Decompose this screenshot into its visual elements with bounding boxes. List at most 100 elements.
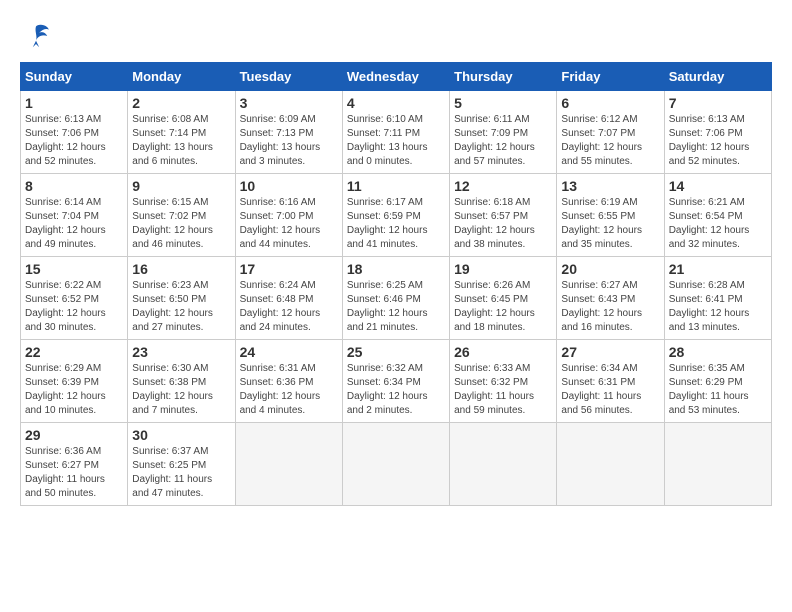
day-info: Sunrise: 6:30 AMSunset: 6:38 PMDaylight:…: [132, 362, 230, 418]
calendar-row: 29 Sunrise: 6:36 AMSunset: 6:27 PMDaylig…: [21, 423, 772, 506]
day-number: 9: [132, 178, 230, 194]
day-cell-6: 6 Sunrise: 6:12 AMSunset: 7:07 PMDayligh…: [557, 91, 664, 174]
day-info: Sunrise: 6:18 AMSunset: 6:57 PMDaylight:…: [454, 196, 552, 252]
day-info: Sunrise: 6:17 AMSunset: 6:59 PMDaylight:…: [347, 196, 445, 252]
day-info: Sunrise: 6:36 AMSunset: 6:27 PMDaylight:…: [25, 445, 123, 501]
day-info: Sunrise: 6:33 AMSunset: 6:32 PMDaylight:…: [454, 362, 552, 418]
empty-cell: [557, 423, 664, 506]
day-number: 27: [561, 344, 659, 360]
day-info: Sunrise: 6:25 AMSunset: 6:46 PMDaylight:…: [347, 279, 445, 335]
empty-cell: [342, 423, 449, 506]
day-info: Sunrise: 6:13 AMSunset: 7:06 PMDaylight:…: [25, 113, 123, 169]
day-number: 14: [669, 178, 767, 194]
weekday-header-monday: Monday: [128, 63, 235, 91]
day-info: Sunrise: 6:26 AMSunset: 6:45 PMDaylight:…: [454, 279, 552, 335]
day-number: 18: [347, 261, 445, 277]
day-number: 16: [132, 261, 230, 277]
day-info: Sunrise: 6:08 AMSunset: 7:14 PMDaylight:…: [132, 113, 230, 169]
day-cell-25: 25 Sunrise: 6:32 AMSunset: 6:34 PMDaylig…: [342, 340, 449, 423]
empty-cell: [450, 423, 557, 506]
day-cell-28: 28 Sunrise: 6:35 AMSunset: 6:29 PMDaylig…: [664, 340, 771, 423]
weekday-header-tuesday: Tuesday: [235, 63, 342, 91]
logo-icon: [20, 20, 52, 52]
day-number: 6: [561, 95, 659, 111]
calendar-table: SundayMondayTuesdayWednesdayThursdayFrid…: [20, 62, 772, 506]
day-number: 12: [454, 178, 552, 194]
day-cell-17: 17 Sunrise: 6:24 AMSunset: 6:48 PMDaylig…: [235, 257, 342, 340]
day-number: 19: [454, 261, 552, 277]
day-number: 4: [347, 95, 445, 111]
day-info: Sunrise: 6:11 AMSunset: 7:09 PMDaylight:…: [454, 113, 552, 169]
day-info: Sunrise: 6:23 AMSunset: 6:50 PMDaylight:…: [132, 279, 230, 335]
day-cell-21: 21 Sunrise: 6:28 AMSunset: 6:41 PMDaylig…: [664, 257, 771, 340]
weekday-header-saturday: Saturday: [664, 63, 771, 91]
day-number: 7: [669, 95, 767, 111]
day-cell-18: 18 Sunrise: 6:25 AMSunset: 6:46 PMDaylig…: [342, 257, 449, 340]
day-number: 13: [561, 178, 659, 194]
day-info: Sunrise: 6:29 AMSunset: 6:39 PMDaylight:…: [25, 362, 123, 418]
day-info: Sunrise: 6:15 AMSunset: 7:02 PMDaylight:…: [132, 196, 230, 252]
day-number: 1: [25, 95, 123, 111]
day-info: Sunrise: 6:28 AMSunset: 6:41 PMDaylight:…: [669, 279, 767, 335]
day-cell-16: 16 Sunrise: 6:23 AMSunset: 6:50 PMDaylig…: [128, 257, 235, 340]
calendar-header-row: SundayMondayTuesdayWednesdayThursdayFrid…: [21, 63, 772, 91]
empty-cell: [664, 423, 771, 506]
day-cell-13: 13 Sunrise: 6:19 AMSunset: 6:55 PMDaylig…: [557, 174, 664, 257]
calendar-row: 22 Sunrise: 6:29 AMSunset: 6:39 PMDaylig…: [21, 340, 772, 423]
day-info: Sunrise: 6:32 AMSunset: 6:34 PMDaylight:…: [347, 362, 445, 418]
calendar-row: 8 Sunrise: 6:14 AMSunset: 7:04 PMDayligh…: [21, 174, 772, 257]
day-info: Sunrise: 6:12 AMSunset: 7:07 PMDaylight:…: [561, 113, 659, 169]
day-info: Sunrise: 6:14 AMSunset: 7:04 PMDaylight:…: [25, 196, 123, 252]
day-number: 17: [240, 261, 338, 277]
day-number: 28: [669, 344, 767, 360]
calendar-row: 1 Sunrise: 6:13 AMSunset: 7:06 PMDayligh…: [21, 91, 772, 174]
day-info: Sunrise: 6:27 AMSunset: 6:43 PMDaylight:…: [561, 279, 659, 335]
day-info: Sunrise: 6:34 AMSunset: 6:31 PMDaylight:…: [561, 362, 659, 418]
day-info: Sunrise: 6:31 AMSunset: 6:36 PMDaylight:…: [240, 362, 338, 418]
day-cell-29: 29 Sunrise: 6:36 AMSunset: 6:27 PMDaylig…: [21, 423, 128, 506]
day-number: 15: [25, 261, 123, 277]
page-header: [20, 20, 772, 52]
day-cell-3: 3 Sunrise: 6:09 AMSunset: 7:13 PMDayligh…: [235, 91, 342, 174]
day-number: 26: [454, 344, 552, 360]
day-cell-1: 1 Sunrise: 6:13 AMSunset: 7:06 PMDayligh…: [21, 91, 128, 174]
weekday-header-sunday: Sunday: [21, 63, 128, 91]
weekday-header-thursday: Thursday: [450, 63, 557, 91]
day-info: Sunrise: 6:37 AMSunset: 6:25 PMDaylight:…: [132, 445, 230, 501]
weekday-header-friday: Friday: [557, 63, 664, 91]
day-cell-14: 14 Sunrise: 6:21 AMSunset: 6:54 PMDaylig…: [664, 174, 771, 257]
day-info: Sunrise: 6:24 AMSunset: 6:48 PMDaylight:…: [240, 279, 338, 335]
day-info: Sunrise: 6:35 AMSunset: 6:29 PMDaylight:…: [669, 362, 767, 418]
day-number: 3: [240, 95, 338, 111]
day-cell-2: 2 Sunrise: 6:08 AMSunset: 7:14 PMDayligh…: [128, 91, 235, 174]
day-cell-12: 12 Sunrise: 6:18 AMSunset: 6:57 PMDaylig…: [450, 174, 557, 257]
day-info: Sunrise: 6:09 AMSunset: 7:13 PMDaylight:…: [240, 113, 338, 169]
day-cell-27: 27 Sunrise: 6:34 AMSunset: 6:31 PMDaylig…: [557, 340, 664, 423]
day-number: 10: [240, 178, 338, 194]
day-cell-5: 5 Sunrise: 6:11 AMSunset: 7:09 PMDayligh…: [450, 91, 557, 174]
day-info: Sunrise: 6:22 AMSunset: 6:52 PMDaylight:…: [25, 279, 123, 335]
day-cell-24: 24 Sunrise: 6:31 AMSunset: 6:36 PMDaylig…: [235, 340, 342, 423]
calendar-row: 15 Sunrise: 6:22 AMSunset: 6:52 PMDaylig…: [21, 257, 772, 340]
day-number: 8: [25, 178, 123, 194]
day-cell-19: 19 Sunrise: 6:26 AMSunset: 6:45 PMDaylig…: [450, 257, 557, 340]
day-info: Sunrise: 6:16 AMSunset: 7:00 PMDaylight:…: [240, 196, 338, 252]
day-cell-26: 26 Sunrise: 6:33 AMSunset: 6:32 PMDaylig…: [450, 340, 557, 423]
day-number: 30: [132, 427, 230, 443]
day-number: 5: [454, 95, 552, 111]
logo: [20, 20, 56, 52]
day-cell-4: 4 Sunrise: 6:10 AMSunset: 7:11 PMDayligh…: [342, 91, 449, 174]
day-info: Sunrise: 6:13 AMSunset: 7:06 PMDaylight:…: [669, 113, 767, 169]
day-cell-10: 10 Sunrise: 6:16 AMSunset: 7:00 PMDaylig…: [235, 174, 342, 257]
day-cell-23: 23 Sunrise: 6:30 AMSunset: 6:38 PMDaylig…: [128, 340, 235, 423]
day-cell-30: 30 Sunrise: 6:37 AMSunset: 6:25 PMDaylig…: [128, 423, 235, 506]
empty-cell: [235, 423, 342, 506]
day-cell-11: 11 Sunrise: 6:17 AMSunset: 6:59 PMDaylig…: [342, 174, 449, 257]
day-number: 2: [132, 95, 230, 111]
day-cell-7: 7 Sunrise: 6:13 AMSunset: 7:06 PMDayligh…: [664, 91, 771, 174]
day-number: 21: [669, 261, 767, 277]
day-number: 25: [347, 344, 445, 360]
weekday-header-wednesday: Wednesday: [342, 63, 449, 91]
day-number: 23: [132, 344, 230, 360]
day-number: 24: [240, 344, 338, 360]
